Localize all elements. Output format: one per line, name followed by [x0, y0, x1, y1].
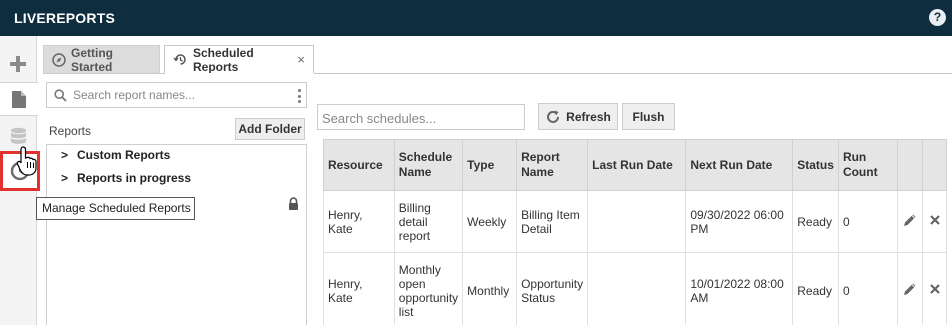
tooltip: Manage Scheduled Reports — [36, 197, 195, 220]
compass-icon — [52, 52, 66, 67]
cell-schedule-name: Monthly open opportunity list — [393, 252, 464, 325]
schedules-table: Resource Schedule Name Type Report Name … — [323, 139, 947, 325]
reports-heading: Reports — [49, 124, 92, 138]
column-header-status[interactable]: Status — [792, 139, 839, 191]
tree-item-label: Custom Reports — [77, 148, 171, 162]
close-tab-icon[interactable]: × — [297, 52, 305, 67]
cell-resource: Henry, Kate — [323, 190, 395, 253]
flush-button[interactable]: Flush — [622, 103, 675, 130]
left-rail — [0, 36, 40, 325]
pencil-icon[interactable] — [902, 212, 918, 228]
column-header-schedule-name[interactable]: Schedule Name — [393, 139, 464, 191]
app-title: LIVEREPORTS — [14, 10, 115, 26]
hand-cursor-icon — [16, 146, 37, 176]
column-header-edit — [897, 139, 924, 191]
cell-status: Ready — [792, 252, 839, 325]
report-search-box — [46, 82, 307, 108]
column-header-type[interactable]: Type — [462, 139, 518, 191]
cell-run-count: 0 — [837, 190, 899, 253]
cell-next-run-date: 10/01/2022 08:00 AM — [685, 252, 794, 325]
tree-item-custom-reports[interactable]: > Custom Reports — [61, 148, 170, 162]
help-icon[interactable]: ? — [929, 9, 946, 26]
delete-cell — [922, 190, 947, 253]
refresh-icon — [545, 109, 561, 125]
tree-item-reports-in-progress[interactable]: > Reports in progress — [61, 171, 191, 185]
column-header-delete — [922, 139, 947, 191]
chevron-right-icon: > — [61, 148, 69, 162]
cell-run-count: 0 — [837, 252, 899, 325]
pencil-icon[interactable] — [902, 281, 918, 297]
schedule-search-input[interactable] — [322, 109, 518, 127]
column-header-resource[interactable]: Resource — [323, 139, 395, 191]
add-folder-button[interactable]: Add Folder — [235, 118, 305, 140]
add-button[interactable] — [4, 50, 32, 78]
refresh-label: Refresh — [566, 109, 611, 124]
cell-type: Weekly — [462, 190, 518, 253]
cell-last-run-date — [587, 252, 687, 325]
column-header-run-count[interactable]: Run Count — [837, 139, 899, 191]
lock-icon — [289, 197, 298, 210]
cell-type: Monthly — [462, 252, 518, 325]
tab-scheduled-reports[interactable]: Scheduled Reports × — [164, 45, 314, 74]
tab-getting-started[interactable]: Getting Started — [43, 45, 160, 74]
chevron-right-icon: > — [61, 171, 69, 185]
refresh-button[interactable]: Refresh — [538, 103, 618, 130]
column-header-next-run-date[interactable]: Next Run Date — [685, 139, 794, 191]
cell-status: Ready — [792, 190, 839, 253]
document-icon — [12, 90, 26, 108]
table-row[interactable]: Henry, Kate Billing detail report Weekly… — [323, 190, 947, 253]
tab-label: Scheduled Reports — [193, 45, 254, 74]
tree-item-label: Reports in progress — [77, 171, 192, 185]
cell-next-run-date: 09/30/2022 06:00 PM — [685, 190, 794, 253]
reports-nav-button[interactable] — [0, 82, 38, 116]
tab-label: Getting Started — [71, 45, 113, 74]
table-row[interactable]: Henry, Kate Monthly open opportunity lis… — [323, 252, 947, 325]
delete-cell — [922, 252, 947, 325]
search-icon — [54, 89, 67, 102]
database-icon — [10, 127, 26, 144]
cell-last-run-date — [587, 190, 687, 253]
active-tab-gap — [165, 73, 314, 74]
table-header-row: Resource Schedule Name Type Report Name … — [323, 139, 947, 191]
report-search-input[interactable] — [73, 86, 293, 104]
column-header-report-name[interactable]: Report Name — [516, 139, 589, 191]
schedule-search-box — [317, 104, 525, 130]
report-tree: > Custom Reports > Reports in progress — [46, 144, 307, 325]
column-header-last-run-date[interactable]: Last Run Date — [587, 139, 687, 191]
app-header: LIVEREPORTS ? — [0, 0, 952, 36]
edit-cell — [897, 190, 924, 253]
plus-icon — [10, 56, 26, 72]
edit-cell — [897, 252, 924, 325]
more-options-icon[interactable] — [298, 89, 302, 103]
delete-x-icon[interactable] — [929, 283, 941, 295]
delete-x-icon[interactable] — [929, 214, 941, 226]
clock-refresh-icon — [173, 52, 188, 67]
cell-resource: Henry, Kate — [323, 252, 395, 325]
cell-report-name: Billing Item Detail — [516, 190, 589, 253]
cell-report-name: Opportunity Status — [516, 252, 589, 325]
cell-schedule-name: Billing detail report — [393, 190, 464, 253]
